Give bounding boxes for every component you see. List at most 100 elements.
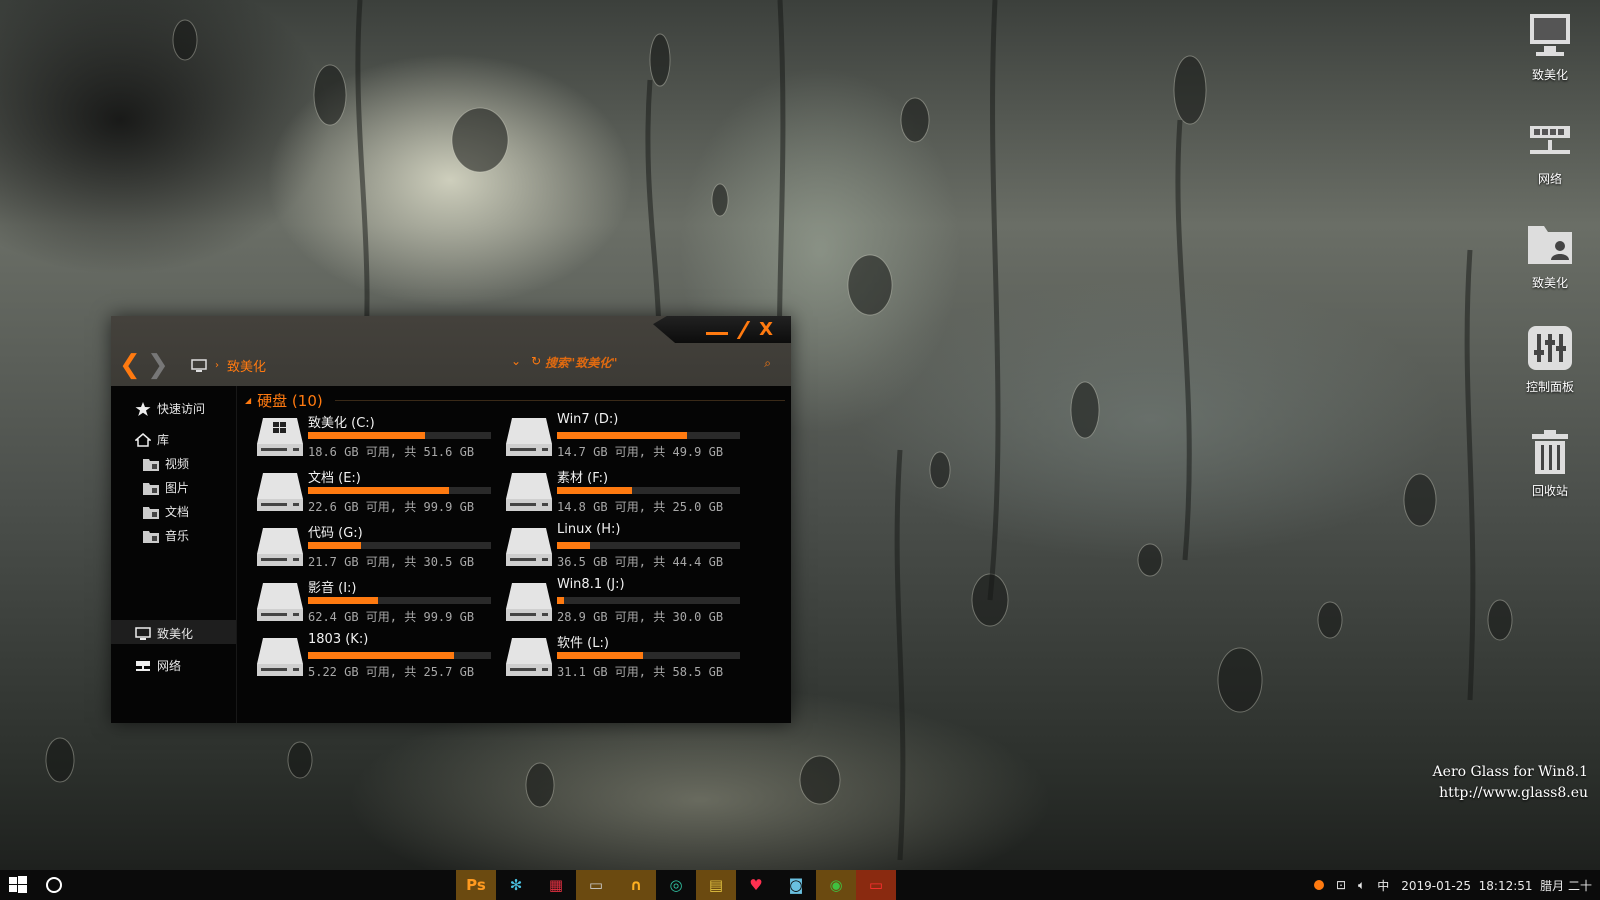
- drive-space-info: 14.8 GB 可用, 共 25.0 GB: [557, 500, 724, 514]
- forward-button[interactable]: ❯: [147, 352, 169, 378]
- drive-item[interactable]: 致美化 (C:) 18.6 GB 可用, 共 51.6 GB: [255, 412, 495, 462]
- collapse-triangle-icon[interactable]: ◢: [245, 396, 251, 405]
- drive-item[interactable]: 文档 (E:) 22.6 GB 可用, 共 99.9 GB: [255, 467, 495, 517]
- minimize-button[interactable]: [706, 332, 729, 335]
- breadcrumb-location[interactable]: 致美化: [227, 356, 266, 375]
- drive-usage-fill: [308, 597, 378, 604]
- hard-drive-icon: [257, 583, 303, 621]
- drive-space-info: 21.7 GB 可用, 共 30.5 GB: [308, 555, 475, 569]
- search-input[interactable]: [545, 356, 765, 370]
- close-button[interactable]: X: [759, 320, 773, 339]
- drive-usage-bar: [308, 542, 491, 549]
- grid-app-icon[interactable]: ▦: [536, 870, 576, 900]
- desktop-icon-recycle-bin[interactable]: 回收站: [1510, 424, 1590, 499]
- sidebar-item-label: 图片: [165, 481, 190, 495]
- drive-item[interactable]: Win7 (D:) 14.7 GB 可用, 共 49.9 GB: [504, 412, 744, 462]
- drive-item[interactable]: Linux (H:) 36.5 GB 可用, 共 44.4 GB: [504, 522, 744, 572]
- hard-drive-icon: [506, 638, 552, 676]
- clock-lunar-date: 腊月 二十: [1540, 878, 1592, 893]
- document-folder-icon: [143, 506, 159, 519]
- back-button[interactable]: ❮: [119, 352, 141, 378]
- video-folder-icon: [143, 458, 159, 471]
- drive-name: 代码 (G:): [308, 526, 363, 541]
- drive-item[interactable]: 软件 (L:) 31.1 GB 可用, 共 58.5 GB: [504, 632, 744, 682]
- group-header-hard-disks[interactable]: ◢ 硬盘 (10): [245, 390, 785, 411]
- desktop-icon-label: 致美化: [1531, 68, 1568, 82]
- monitor-icon[interactable]: ▭: [856, 870, 896, 900]
- desktop-icon-user-folder[interactable]: 致美化: [1510, 216, 1590, 291]
- drive-name: Win7 (D:): [557, 412, 619, 427]
- maximize-button[interactable]: [736, 320, 751, 339]
- heart-icon[interactable]: ♥: [736, 870, 776, 900]
- refresh-icon[interactable]: ↻: [531, 354, 541, 368]
- recycle-bin-icon: [1532, 430, 1568, 474]
- computer-icon: [135, 626, 151, 640]
- desktop-icon-network[interactable]: 网络: [1510, 112, 1590, 187]
- drive-name: 文档 (E:): [308, 471, 361, 486]
- notepad-icon[interactable]: ▤: [696, 870, 736, 900]
- ime-indicator[interactable]: 中: [1377, 877, 1389, 894]
- desktop-icon-control-panel[interactable]: 控制面板: [1510, 320, 1590, 395]
- sidebar-item-this-pc[interactable]: 致美化: [135, 625, 193, 642]
- computer-icon: [1530, 14, 1570, 56]
- drive-usage-bar: [308, 432, 491, 439]
- desktop-icon-label: 网络: [1537, 172, 1562, 186]
- window-app-icon[interactable]: ▭: [576, 870, 616, 900]
- photoshop-icon[interactable]: Ps: [456, 870, 496, 900]
- drive-name: Win8.1 (J:): [557, 577, 625, 592]
- drive-space-info: 22.6 GB 可用, 共 99.9 GB: [308, 500, 475, 514]
- clock[interactable]: 2019-01-25 18:12:51 腊月 二十: [1401, 877, 1592, 894]
- address-tools: ⌄ ↻: [511, 354, 541, 368]
- search-icon[interactable]: ⌕: [764, 356, 771, 371]
- sidebar-item-label: 网络: [157, 659, 182, 673]
- group-title: 硬盘 (10): [257, 392, 323, 410]
- sidebar-item-pictures[interactable]: 图片: [143, 479, 189, 496]
- home-icon: [135, 432, 151, 447]
- sidebar-item-videos[interactable]: 视频: [143, 455, 189, 472]
- cortana-search-icon[interactable]: [46, 877, 62, 893]
- drive-item[interactable]: 影音 (I:) 62.4 GB 可用, 共 99.9 GB: [255, 577, 495, 627]
- system-tray: ⊡ 🔈︎ 中 2019-01-25 18:12:51 腊月 二十: [1313, 870, 1592, 900]
- system-drive-icon: [257, 418, 303, 456]
- hard-drive-icon: [257, 528, 303, 566]
- drive-item[interactable]: 代码 (G:) 21.7 GB 可用, 共 30.5 GB: [255, 522, 495, 572]
- recycle-app-icon[interactable]: ◎: [656, 870, 696, 900]
- notification-dot-icon[interactable]: [1313, 880, 1324, 890]
- sidebar-item-music[interactable]: 音乐: [143, 527, 189, 544]
- windows-start-icon[interactable]: [8, 875, 28, 895]
- computer-icon: [191, 358, 207, 372]
- sidebar-item-library[interactable]: 库: [135, 431, 169, 448]
- drive-item[interactable]: Win8.1 (J:) 28.9 GB 可用, 共 30.0 GB: [504, 577, 744, 627]
- drive-name: 1803 (K:): [308, 632, 369, 647]
- drive-space-info: 31.1 GB 可用, 共 58.5 GB: [557, 665, 724, 679]
- drive-item[interactable]: 素材 (F:) 14.8 GB 可用, 共 25.0 GB: [504, 467, 744, 517]
- search-box: ⌕: [545, 352, 771, 374]
- camera-icon[interactable]: ◙: [776, 870, 816, 900]
- network-status-icon[interactable]: ⊡: [1336, 878, 1346, 892]
- sidebar-item-network[interactable]: 网络: [135, 657, 181, 674]
- address-bar[interactable]: › 致美化: [191, 356, 266, 375]
- sidebar-item-label: 音乐: [165, 529, 190, 543]
- drive-space-info: 5.22 GB 可用, 共 25.7 GB: [308, 665, 475, 679]
- volume-icon[interactable]: 🔈︎: [1358, 878, 1365, 893]
- drive-item[interactable]: 1803 (K:) 5.22 GB 可用, 共 25.7 GB: [255, 632, 495, 682]
- chrome-icon[interactable]: ◉: [816, 870, 856, 900]
- network-icon: [136, 660, 150, 671]
- sidebar-item-documents[interactable]: 文档: [143, 503, 189, 520]
- desktop-icon-label: 回收站: [1531, 484, 1568, 498]
- drive-usage-bar: [557, 542, 740, 549]
- history-dropdown-icon[interactable]: ⌄: [511, 354, 521, 368]
- drive-space-info: 62.4 GB 可用, 共 99.9 GB: [308, 610, 475, 624]
- desktop-icon-computer[interactable]: 致美化: [1510, 8, 1590, 83]
- drive-usage-bar: [308, 652, 491, 659]
- hard-drive-icon: [506, 473, 552, 511]
- sidebar-item-quick-access[interactable]: 快速访问: [135, 400, 205, 417]
- desktop-icon-label: 控制面板: [1525, 380, 1574, 394]
- drive-usage-bar: [308, 597, 491, 604]
- drive-usage-fill: [557, 652, 643, 659]
- headphones-icon[interactable]: ∩: [616, 870, 656, 900]
- drive-usage-bar: [557, 487, 740, 494]
- drive-usage-fill: [557, 432, 687, 439]
- settings-gear-icon[interactable]: ✻: [496, 870, 536, 900]
- drives-view: ◢ 硬盘 (10) 致美化 (C:) 18.6 GB 可用, 共 51.6 GB W…: [245, 386, 791, 723]
